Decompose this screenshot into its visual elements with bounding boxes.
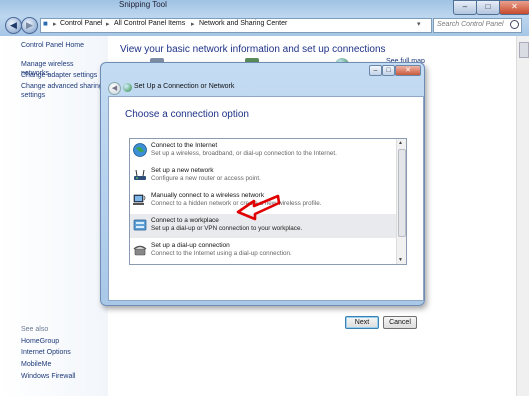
option-description: Configure a new router or access point. (151, 175, 261, 182)
option-title: Connect to the Internet (151, 142, 218, 149)
left-pane: Control Panel Home Manage wireless netwo… (0, 36, 108, 396)
dialog-back-button[interactable]: ◀ (108, 82, 121, 95)
scroll-down-icon[interactable]: ▼ (398, 257, 403, 263)
change-sharing-link[interactable]: Change advanced sharing settings (21, 83, 103, 100)
control-panel-home-link[interactable]: Control Panel Home (21, 42, 103, 51)
option-description: Set up a dial-up or VPN connection to yo… (151, 225, 303, 232)
wireless-icon (133, 194, 146, 205)
breadcrumb-segment[interactable]: Network and Sharing Center (199, 20, 287, 27)
search-box[interactable]: Search Control Panel (433, 18, 522, 33)
dialog-title: Set Up a Connection or Network (134, 83, 235, 90)
dialog-minimize-button[interactable]: – (369, 65, 382, 76)
option-dial-up[interactable]: Set up a dial-up connection Connect to t… (130, 239, 396, 263)
chevron-icon: ▸ (106, 21, 110, 28)
homegroup-link[interactable]: HomeGroup (21, 338, 103, 347)
setup-connection-dialog: – □ ✕ ◀ Set Up a Connection or Network C… (100, 62, 425, 329)
control-panel-icon: ■ (43, 19, 48, 28)
option-connect-internet[interactable]: Connect to the Internet Set up a wireles… (130, 139, 396, 163)
mobileme-link[interactable]: MobileMe (21, 361, 103, 370)
router-icon (134, 169, 146, 180)
options-scrollbar[interactable]: ▲ ▼ (396, 139, 406, 264)
forward-button[interactable]: ▶ (21, 17, 38, 34)
change-adapter-link[interactable]: Change adapter settings (21, 72, 103, 81)
scroll-up-icon[interactable]: ▲ (398, 140, 403, 146)
chevron-icon: ▸ (53, 21, 57, 28)
annotation-arrow-icon (236, 194, 281, 221)
phone-icon (133, 245, 147, 256)
window-controls: – □ ✕ (453, 0, 529, 15)
dropdown-icon[interactable]: ▾ (417, 20, 421, 28)
dialog-close-button[interactable]: ✕ (395, 65, 421, 76)
next-button[interactable]: Next (345, 316, 379, 329)
address-bar[interactable]: ■ ▸ Control Panel ▸ All Control Panel It… (40, 18, 432, 33)
internet-options-link[interactable]: Internet Options (21, 349, 103, 358)
option-description: Connect to the Internet using a dial-up … (151, 250, 292, 257)
close-button[interactable]: ✕ (499, 0, 529, 15)
workplace-icon (133, 219, 147, 231)
dialog-heading: Choose a connection option (125, 109, 249, 120)
cancel-button[interactable]: Cancel (383, 316, 417, 329)
option-title: Set up a new network (151, 167, 214, 174)
app-title: Snipping Tool (119, 0, 167, 9)
search-icon[interactable] (510, 20, 519, 29)
windows-firewall-link[interactable]: Windows Firewall (21, 373, 103, 382)
option-description: Set up a wireless, broadband, or dial-up… (151, 150, 337, 157)
breadcrumb-segment[interactable]: All Control Panel Items (114, 20, 185, 27)
page-title: View your basic network information and … (120, 44, 386, 55)
minimize-button[interactable]: – (453, 0, 477, 15)
option-title: Set up a dial-up connection (151, 242, 230, 249)
search-placeholder: Search Control Panel (437, 21, 504, 28)
see-also-heading: See also (21, 326, 49, 333)
option-new-network[interactable]: Set up a new network Configure a new rou… (130, 164, 396, 188)
maximize-button[interactable]: □ (476, 0, 500, 15)
breadcrumb-segment[interactable]: Control Panel (60, 20, 102, 27)
back-button[interactable]: ◀ (5, 17, 22, 34)
network-setup-icon (123, 83, 132, 92)
globe-icon (133, 143, 147, 157)
main-scrollbar[interactable] (516, 36, 529, 396)
scrollbar-thumb[interactable] (519, 42, 529, 58)
options-scrollbar-thumb[interactable] (398, 149, 406, 237)
dialog-maximize-button[interactable]: □ (382, 65, 395, 76)
option-title: Connect to a workplace (151, 217, 219, 224)
chevron-icon: ▸ (191, 21, 195, 28)
